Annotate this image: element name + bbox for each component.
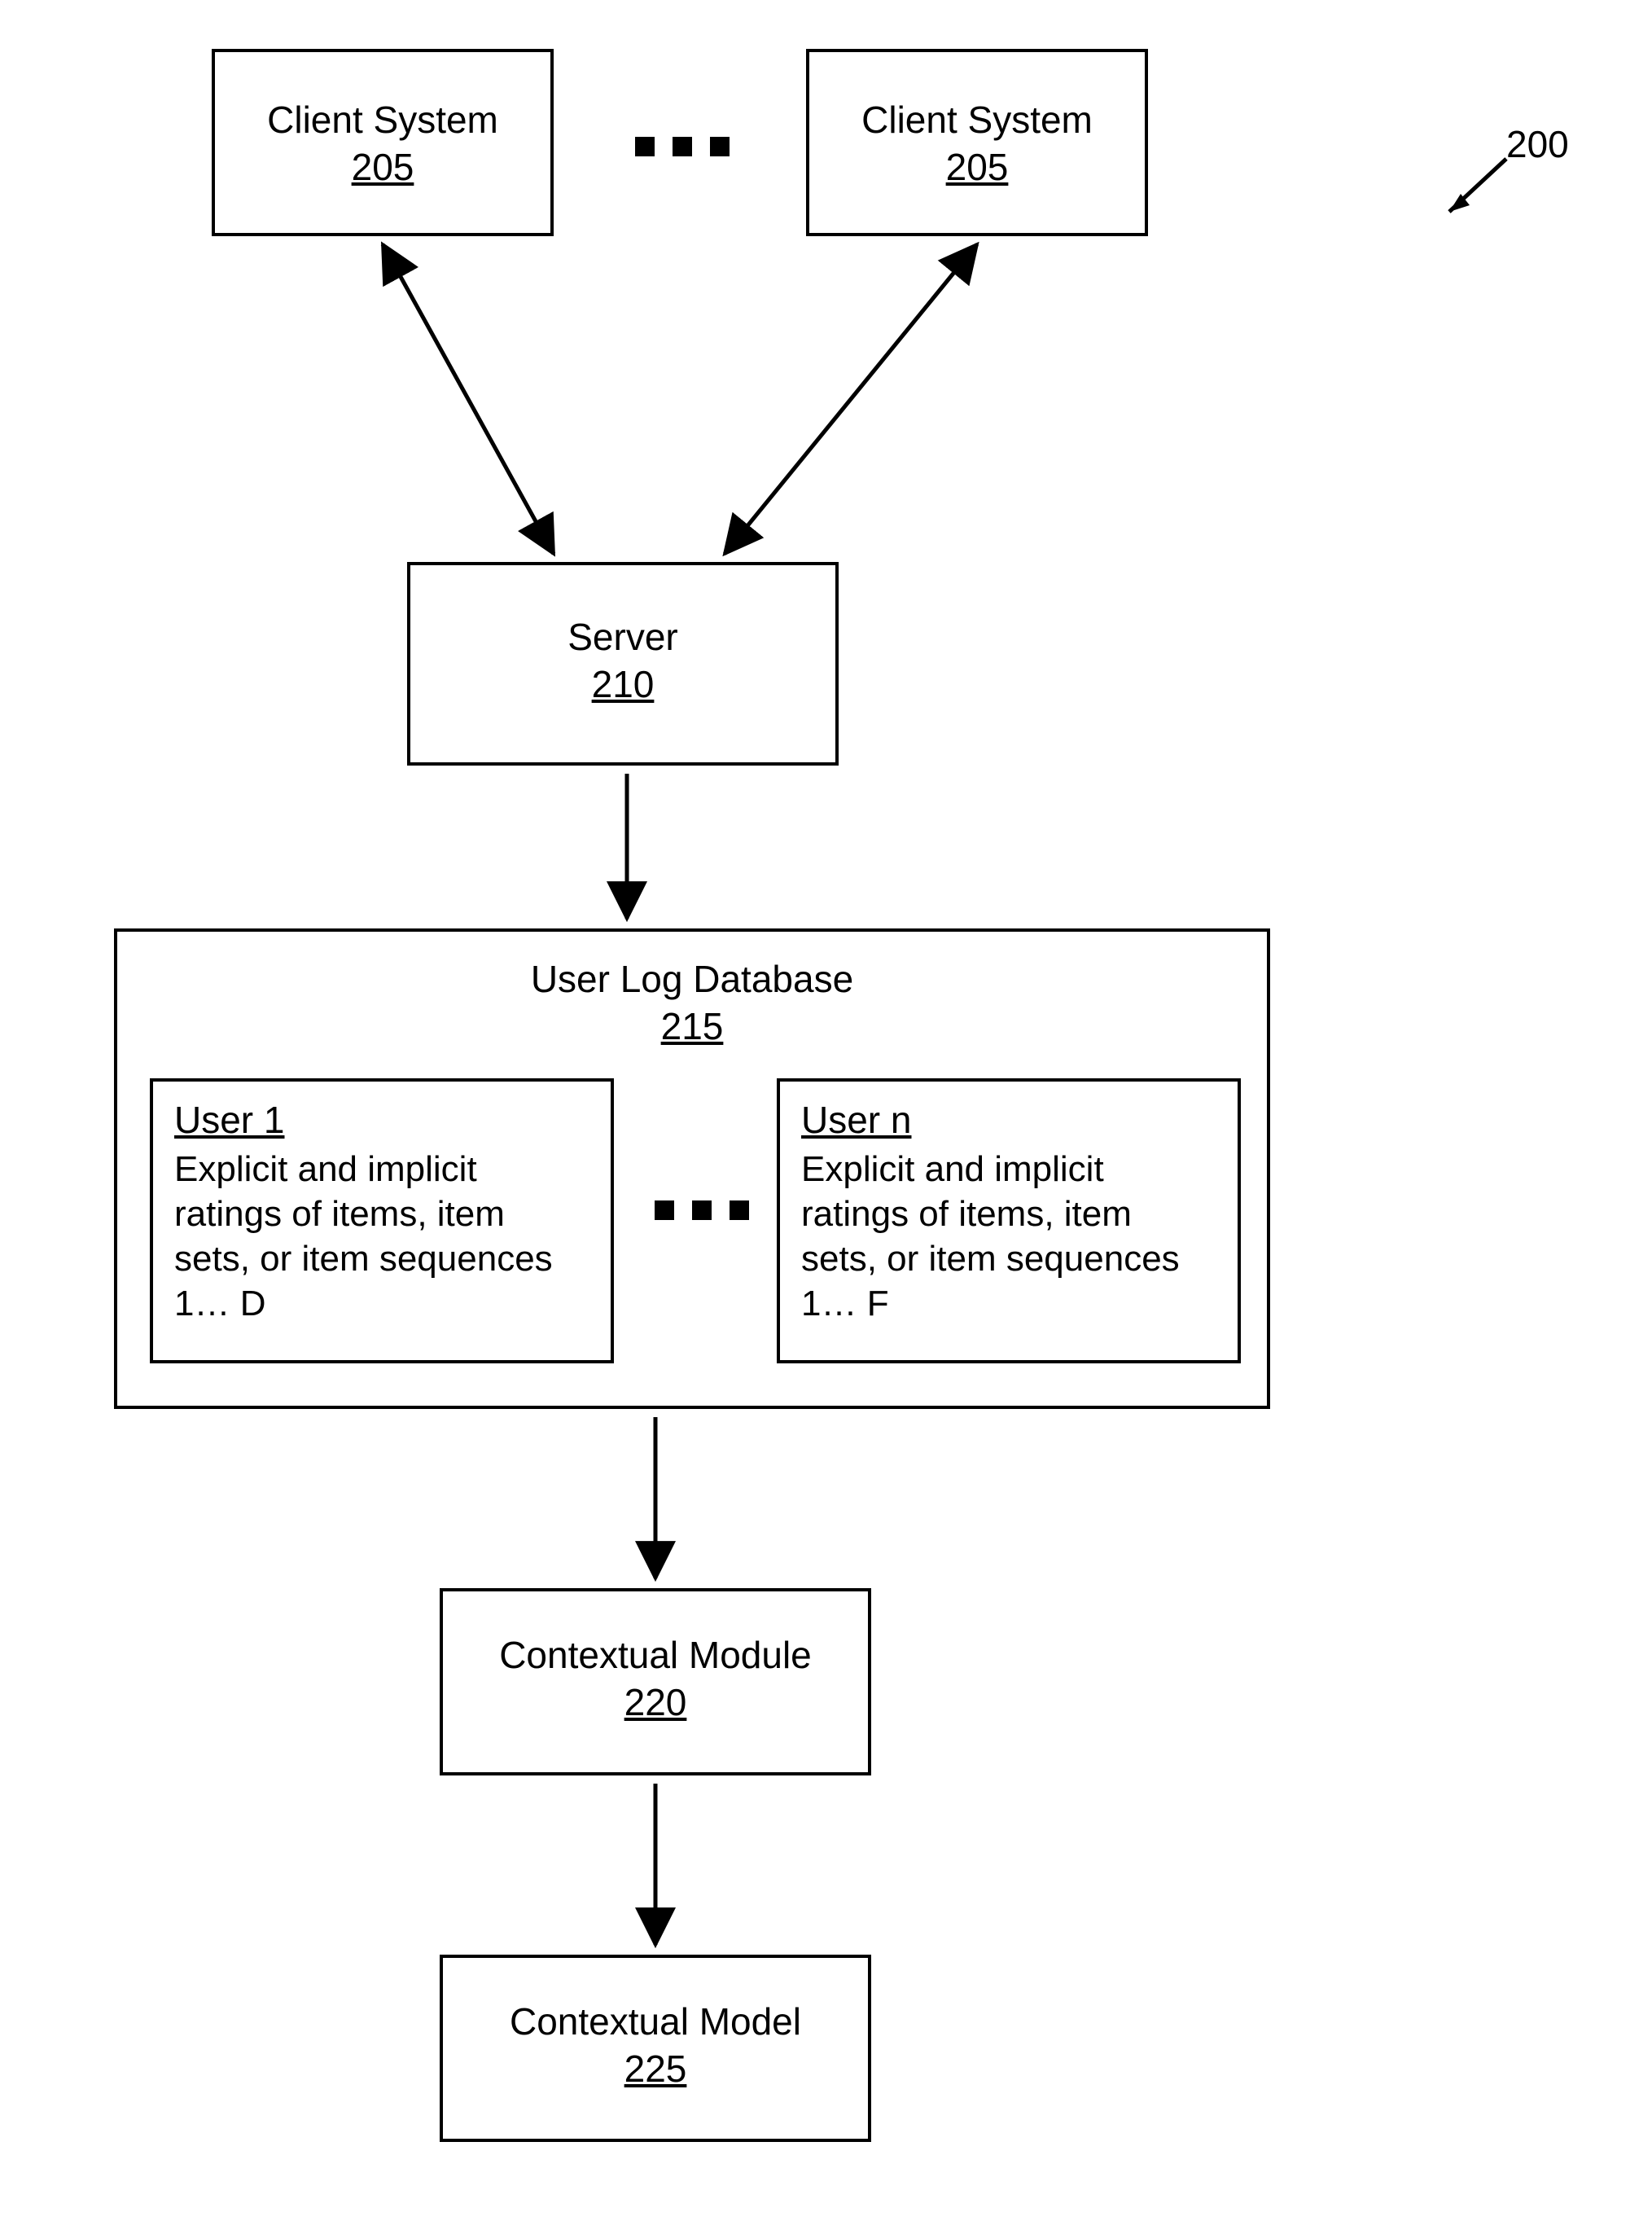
- usern-label: User n: [801, 1098, 1216, 1142]
- client1-ref: 205: [215, 144, 550, 191]
- figure-label: 200: [1506, 122, 1569, 166]
- box-user-n: User n Explicit and implicit ratings of …: [777, 1078, 1241, 1363]
- user1-desc: Explicit and implicit ratings of items, …: [174, 1147, 589, 1326]
- box-user-1: User 1 Explicit and implicit ratings of …: [150, 1078, 614, 1363]
- cmodule-title: Contextual Module: [443, 1632, 868, 1679]
- box-contextual-model: Contextual Model 225: [440, 1955, 871, 2142]
- server-title: Server: [410, 614, 835, 661]
- userlog-ref: 215: [117, 1003, 1267, 1051]
- box-user-log-database: User Log Database 215 User 1 Explicit an…: [114, 928, 1270, 1409]
- ellipsis-clients: [635, 137, 730, 156]
- usern-desc: Explicit and implicit ratings of items, …: [801, 1147, 1216, 1326]
- userlog-title: User Log Database: [117, 956, 1267, 1003]
- arrow-client1-server: [383, 244, 554, 554]
- box-client-system-2: Client System 205: [806, 49, 1148, 236]
- server-ref: 210: [410, 661, 835, 709]
- client2-title: Client System: [809, 97, 1145, 144]
- client1-title: Client System: [215, 97, 550, 144]
- box-contextual-module: Contextual Module 220: [440, 1588, 871, 1775]
- box-server: Server 210: [407, 562, 839, 766]
- ellipsis-users: [655, 1200, 749, 1220]
- user1-label: User 1: [174, 1098, 589, 1142]
- client2-ref: 205: [809, 144, 1145, 191]
- diagram-canvas: 200 Client System 205 Client System 205 …: [0, 0, 1652, 2234]
- cmodel-title: Contextual Model: [443, 1999, 868, 2046]
- cmodel-ref: 225: [443, 2046, 868, 2093]
- box-client-system-1: Client System 205: [212, 49, 554, 236]
- cmodule-ref: 220: [443, 1679, 868, 1727]
- arrow-client2-server: [725, 244, 977, 554]
